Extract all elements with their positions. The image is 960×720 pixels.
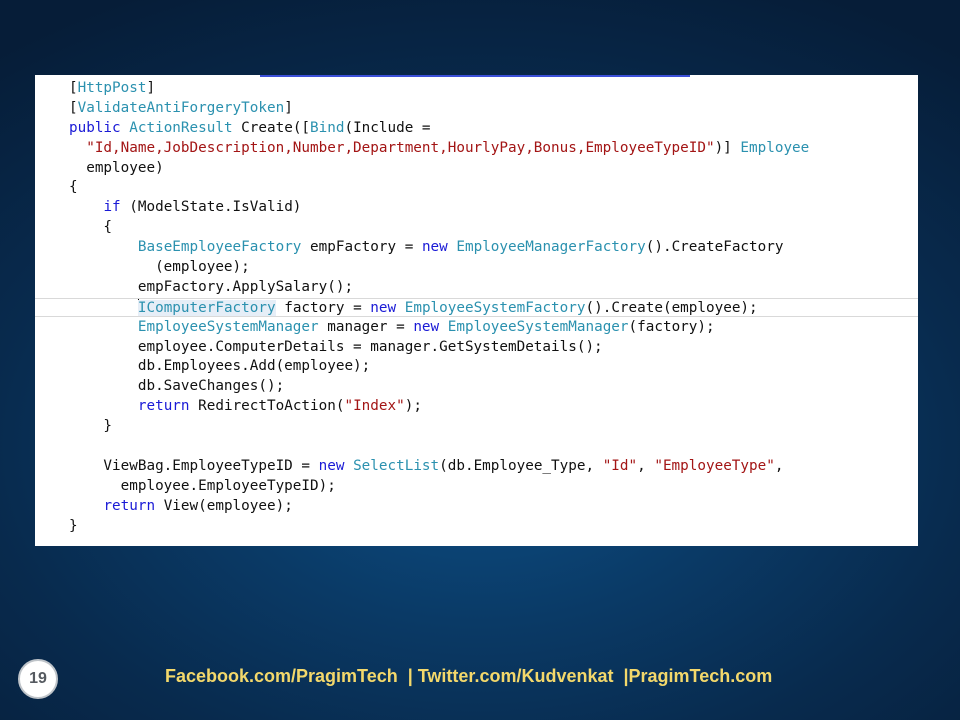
code-token: ]	[284, 99, 293, 116]
code-line[interactable]: public ActionResult Create([Bind(Include…	[69, 119, 809, 139]
code-token: HttpPost	[77, 80, 147, 96]
code-token: ActionResult	[129, 119, 233, 136]
code-token: ValidateAntiForgeryToken	[77, 99, 285, 116]
code-token: }	[69, 517, 78, 534]
code-line[interactable]: ViewBag.EmployeeTypeID = new SelectList(…	[69, 457, 809, 477]
code-line[interactable]: return RedirectToAction("Index");	[69, 397, 809, 417]
code-token: Create([	[232, 119, 311, 136]
code-token: Bind	[310, 119, 345, 136]
code-token: ,	[774, 457, 784, 474]
code-token: ().CreateFactory	[645, 239, 784, 256]
code-token: {	[69, 179, 78, 196]
code-line[interactable]: ​	[69, 437, 809, 457]
code-line[interactable]: {	[69, 218, 809, 238]
code-line[interactable]: db.Employees.Add(employee);	[69, 357, 809, 377]
code-token: if	[103, 199, 121, 216]
code-token: employee.EmployeeTypeID);	[69, 477, 336, 494]
code-token: (Include =	[344, 119, 431, 136]
code-line[interactable]: db.SaveChanges();	[69, 377, 809, 397]
code-token: View(employee);	[155, 497, 293, 514]
code-token: new	[421, 239, 448, 256]
code-token: "Id"	[602, 457, 638, 474]
code-line[interactable]: IComputerFactory factory = new EmployeeS…	[35, 297, 918, 318]
code-token: )]	[714, 139, 741, 156]
slide-number-badge: 19	[18, 659, 58, 699]
code-line[interactable]: employee)	[69, 159, 809, 179]
code-editor-panel[interactable]: [HttpPost] [ValidateAntiForgeryToken] publ…	[35, 75, 918, 546]
code-line[interactable]: EmployeeSystemManager manager = new Empl…	[69, 318, 809, 338]
code-token: }	[69, 418, 113, 435]
code-line[interactable]: empFactory.ApplySalary();	[69, 278, 809, 298]
code-line[interactable]: [ValidateAntiForgeryToken]	[69, 99, 809, 119]
code-token: "Id,Name,JobDescription,Number,Departmen…	[86, 139, 715, 156]
code-token: [	[69, 80, 78, 96]
slide-number: 19	[29, 670, 47, 687]
code-listing[interactable]: [HttpPost] [ValidateAntiForgeryToken] publ…	[35, 79, 918, 537]
code-token: manager =	[318, 318, 414, 335]
code-token: new	[318, 457, 345, 474]
code-token: [	[69, 99, 78, 116]
code-token: employee)	[69, 159, 164, 176]
code-token: (ModelState.IsValid)	[120, 199, 302, 216]
code-line[interactable]: "Id,Name,JobDescription,Number,Departmen…	[69, 139, 809, 159]
code-token: RedirectToAction(	[189, 398, 345, 415]
code-token: BaseEmployeeFactory	[137, 239, 302, 256]
code-line[interactable]: (employee);	[69, 258, 809, 278]
code-token: return	[103, 497, 156, 514]
code-token: EmployeeSystemManager	[447, 318, 629, 335]
code-line[interactable]: employee.EmployeeTypeID);	[69, 477, 809, 497]
code-token: "Index"	[344, 398, 405, 415]
code-token: employee.ComputerDetails = manager.GetSy…	[69, 338, 603, 355]
code-line[interactable]: BaseEmployeeFactory empFactory = new Emp…	[69, 238, 809, 258]
code-token: public	[69, 119, 121, 136]
code-token: ,	[637, 457, 655, 474]
code-token: ViewBag.EmployeeTypeID =	[69, 457, 319, 474]
code-token: new	[413, 318, 440, 335]
code-token: ().Create(employee);	[585, 299, 758, 316]
code-token: (db.Employee_Type,	[439, 457, 603, 474]
code-token: ]	[146, 80, 156, 96]
code-token: EmployeeSystemFactory	[404, 299, 586, 316]
code-token: empFactory =	[301, 239, 422, 256]
code-token: empFactory.ApplySalary();	[69, 278, 354, 295]
code-token: new	[370, 299, 397, 316]
code-token: factory =	[275, 299, 371, 316]
code-token: db.Employees.Add(employee);	[69, 358, 371, 375]
code-line[interactable]: {	[69, 178, 809, 198]
code-line[interactable]: return View(employee);	[69, 497, 809, 517]
code-token: EmployeeManagerFactory	[456, 239, 646, 256]
footer-social-links: Facebook.com/PragimTech | Twitter.com/Ku…	[165, 666, 773, 686]
code-token: return	[137, 398, 190, 415]
editor-top-scrollbar-strip	[260, 75, 690, 77]
code-line[interactable]: if (ModelState.IsValid)	[69, 198, 809, 218]
code-token: (employee);	[69, 259, 250, 276]
code-token: );	[404, 398, 422, 415]
code-token: {	[69, 219, 113, 236]
code-token: "EmployeeType"	[654, 457, 775, 474]
code-token: IComputerFactory	[137, 299, 276, 316]
code-token: SelectList	[353, 457, 440, 474]
code-line[interactable]: [HttpPost]	[69, 79, 809, 99]
code-token: Employee	[740, 139, 810, 156]
code-token: db.SaveChanges();	[69, 378, 285, 395]
code-token: (factory);	[628, 318, 715, 335]
code-line[interactable]: }	[69, 517, 809, 537]
code-line[interactable]: employee.ComputerDetails = manager.GetSy…	[69, 338, 809, 358]
code-line[interactable]: }	[69, 417, 809, 437]
code-token: EmployeeSystemManager	[137, 318, 319, 335]
